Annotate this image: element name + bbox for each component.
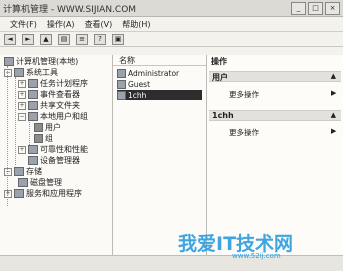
list-item[interactable]: Guest — [117, 79, 202, 89]
collapse-arrow-icon[interactable]: ▲ — [331, 111, 336, 119]
actions-pane: 操作 用户 ▲ 更多操作 ▶ 1chh ▲ 更多操作 ▶ — [207, 55, 343, 255]
tree-reliability[interactable]: + 可靠性和性能 — [18, 144, 88, 155]
title-bar: 计算机管理 - WWW.SIJIAN.COM _ □ × — [0, 0, 343, 17]
actions-title: 操作 — [211, 57, 227, 66]
window-title: 计算机管理 - WWW.SIJIAN.COM — [3, 5, 137, 15]
window-controls: _ □ × — [291, 2, 340, 15]
forward-icon[interactable]: ► — [22, 33, 34, 45]
tree-groups[interactable]: 组 — [34, 133, 53, 144]
collapse-icon[interactable]: − — [4, 167, 12, 176]
menu-action[interactable]: 操作(A) — [47, 19, 75, 30]
more-actions-selected-user[interactable]: 更多操作 ▶ — [229, 127, 336, 138]
menu-view[interactable]: 查看(V) — [85, 19, 113, 30]
tree-users[interactable]: 用户 — [34, 122, 61, 133]
performance-icon — [28, 145, 38, 154]
menu-bar: 文件(F) 操作(A) 查看(V) 帮助(H) — [0, 17, 343, 32]
storage-icon — [14, 167, 24, 176]
tree-device-manager[interactable]: 设备管理器 — [28, 155, 80, 166]
folder-icon — [34, 134, 43, 143]
more-actions-users[interactable]: 更多操作 ▶ — [229, 89, 336, 100]
folder-icon — [34, 123, 43, 132]
tools-icon — [14, 68, 24, 77]
submenu-arrow-icon: ▶ — [331, 89, 337, 97]
expand-icon[interactable]: + — [18, 90, 26, 99]
tree-root[interactable]: 计算机管理(本地) — [4, 56, 78, 67]
back-icon[interactable]: ◄ — [4, 33, 16, 45]
tree-local-users-groups[interactable]: − 本地用户和组 — [18, 111, 88, 122]
tree-services-apps[interactable]: + 服务和应用程序 — [4, 188, 82, 199]
show-hide-tree-icon[interactable]: ▤ — [58, 33, 70, 45]
user-icon — [117, 90, 126, 100]
navigation-tree: 计算机管理(本地) − 系统工具 + 任务计划程序 + 事件查看器 + 共享文件… — [0, 55, 113, 255]
folder-icon — [28, 101, 38, 110]
list-item-selected[interactable]: 1chh — [117, 90, 202, 100]
console-icon[interactable]: ▣ — [112, 33, 124, 45]
expand-icon[interactable]: + — [4, 189, 12, 198]
tree-event-viewer[interactable]: + 事件查看器 — [18, 89, 80, 100]
menu-file[interactable]: 文件(F) — [10, 19, 37, 30]
minimize-button[interactable]: _ — [291, 2, 306, 15]
device-icon — [28, 156, 38, 165]
user-list-pane: 名称 Administrator Guest 1chh — [113, 55, 207, 255]
tree-system-tools[interactable]: − 系统工具 — [4, 67, 58, 78]
computer-management-window: 计算机管理 - WWW.SIJIAN.COM _ □ × 文件(F) 操作(A)… — [0, 0, 343, 271]
close-button[interactable]: × — [325, 2, 340, 15]
up-folder-icon[interactable]: ▲ — [40, 33, 52, 45]
tree-shared-folders[interactable]: + 共享文件夹 — [18, 100, 80, 111]
menu-help[interactable]: 帮助(H) — [122, 19, 150, 30]
collapse-arrow-icon[interactable]: ▲ — [331, 72, 336, 80]
toolbar: ◄ ► ▲ ▤ ≡ ? ▣ — [0, 32, 343, 47]
tree-task-scheduler[interactable]: + 任务计划程序 — [18, 78, 88, 89]
status-bar — [0, 255, 343, 271]
tree-storage[interactable]: − 存储 — [4, 166, 42, 177]
user-icon — [117, 68, 126, 78]
disk-icon — [18, 178, 28, 187]
help-icon[interactable]: ? — [94, 33, 106, 45]
actions-group-selected-user[interactable]: 1chh ▲ — [209, 110, 341, 121]
collapse-icon[interactable]: − — [4, 68, 12, 77]
user-icon — [117, 79, 126, 89]
site-watermark-url: www.52ij.com — [232, 252, 281, 260]
expand-icon[interactable]: + — [18, 145, 26, 154]
clock-icon — [28, 79, 38, 88]
maximize-button[interactable]: □ — [308, 2, 323, 15]
column-header-name[interactable]: 名称 — [113, 55, 206, 66]
expand-icon[interactable]: + — [18, 79, 26, 88]
expand-icon[interactable]: + — [18, 101, 26, 110]
users-icon — [28, 112, 38, 121]
services-icon — [14, 189, 24, 198]
list-item[interactable]: Administrator — [117, 68, 202, 78]
properties-icon[interactable]: ≡ — [76, 33, 88, 45]
computer-icon — [4, 57, 14, 66]
event-log-icon — [28, 90, 38, 99]
actions-group-users[interactable]: 用户 ▲ — [209, 71, 341, 82]
tree-disk-management[interactable]: 磁盘管理 — [18, 177, 62, 188]
submenu-arrow-icon: ▶ — [331, 127, 337, 135]
collapse-icon[interactable]: − — [18, 112, 26, 121]
